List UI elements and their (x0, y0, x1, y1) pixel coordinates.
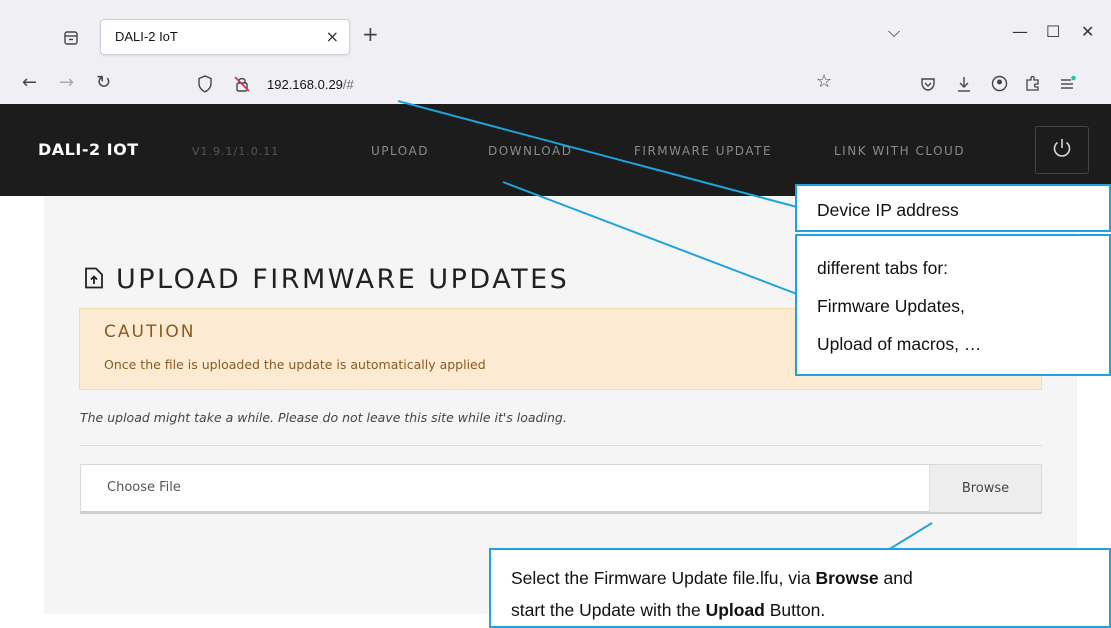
app-navbar: DALI-2 IOT V1.9.1/1.0.11 UPLOAD DOWNLOAD… (0, 104, 1111, 196)
list-all-tabs-button[interactable]: ⌵ (888, 22, 900, 42)
browser-navigation-bar: ← → ↻ 192.168.0.29/# ☆ (0, 64, 1111, 104)
callout-file-line-2: start the Update with the Upload Button. (511, 600, 826, 620)
close-window-button[interactable]: ✕ (1081, 22, 1094, 41)
browser-tab[interactable]: DALI-2 IoT × (100, 19, 350, 55)
callout-tabs-line-3: Upload of macros, … (817, 334, 982, 354)
page-title-text: UPLOAD FIRMWARE UPDATES (116, 264, 570, 295)
caution-title: CAUTION (104, 322, 196, 342)
url-text[interactable]: 192.168.0.29/# (267, 77, 354, 92)
page-title: UPLOAD FIRMWARE UPDATES (84, 264, 569, 295)
callout-file-select: Select the Firmware Update file.lfu, via… (489, 548, 1111, 628)
callout-ip-text: Device IP address (817, 200, 959, 220)
caution-text: Once the file is uploaded the update is … (104, 357, 486, 372)
callout-tabs-line-1: different tabs for: (817, 258, 949, 278)
pocket-icon[interactable] (920, 76, 936, 96)
menu-icon[interactable] (1058, 74, 1076, 96)
callout-tabs-line-2: Firmware Updates, (817, 296, 965, 316)
upload-info-text: The upload might take a while. Please do… (80, 410, 567, 425)
nav-upload[interactable]: UPLOAD (371, 144, 429, 158)
nav-download[interactable]: DOWNLOAD (488, 144, 572, 158)
forward-icon[interactable]: → (59, 72, 74, 93)
tab-title: DALI-2 IoT (115, 29, 178, 44)
upload-file-icon (84, 267, 104, 293)
back-icon[interactable]: ← (22, 72, 37, 93)
file-placeholder: Choose File (107, 480, 181, 495)
callout-tabs: different tabs for: Firmware Updates, Up… (795, 234, 1111, 376)
shield-icon[interactable] (197, 75, 213, 97)
browse-button[interactable]: Browse (929, 465, 1041, 512)
tab-list-icon[interactable] (60, 27, 82, 49)
reload-icon[interactable]: ↻ (96, 72, 111, 93)
version-label: V1.9.1/1.0.11 (192, 145, 280, 158)
nav-firmware-update[interactable]: FIRMWARE UPDATE (634, 144, 772, 158)
nav-link-with-cloud[interactable]: LINK WITH CLOUD (834, 144, 965, 158)
power-button[interactable] (1035, 126, 1089, 174)
star-icon[interactable]: ☆ (816, 71, 832, 92)
new-tab-button[interactable]: + (362, 22, 379, 46)
minimize-button[interactable]: — (1012, 22, 1028, 41)
callout-ip-address: Device IP address (795, 184, 1111, 232)
brand-logo[interactable]: DALI-2 IOT (38, 140, 139, 159)
insecure-lock-icon[interactable] (233, 75, 251, 97)
callout-file-line-1: Select the Firmware Update file.lfu, via… (511, 568, 913, 588)
file-input[interactable]: Choose File Browse (80, 464, 1042, 514)
account-icon[interactable] (991, 75, 1008, 96)
divider (80, 445, 1042, 446)
download-icon[interactable] (956, 75, 972, 97)
tab-close-icon[interactable]: × (326, 27, 339, 46)
power-icon (1051, 137, 1073, 163)
extensions-icon[interactable] (1024, 74, 1042, 96)
browser-tab-strip: DALI-2 IoT × + ⌵ — ☐ ✕ (0, 0, 1111, 64)
address-bar[interactable]: 192.168.0.29/# (195, 69, 845, 99)
maximize-button[interactable]: ☐ (1046, 22, 1060, 41)
